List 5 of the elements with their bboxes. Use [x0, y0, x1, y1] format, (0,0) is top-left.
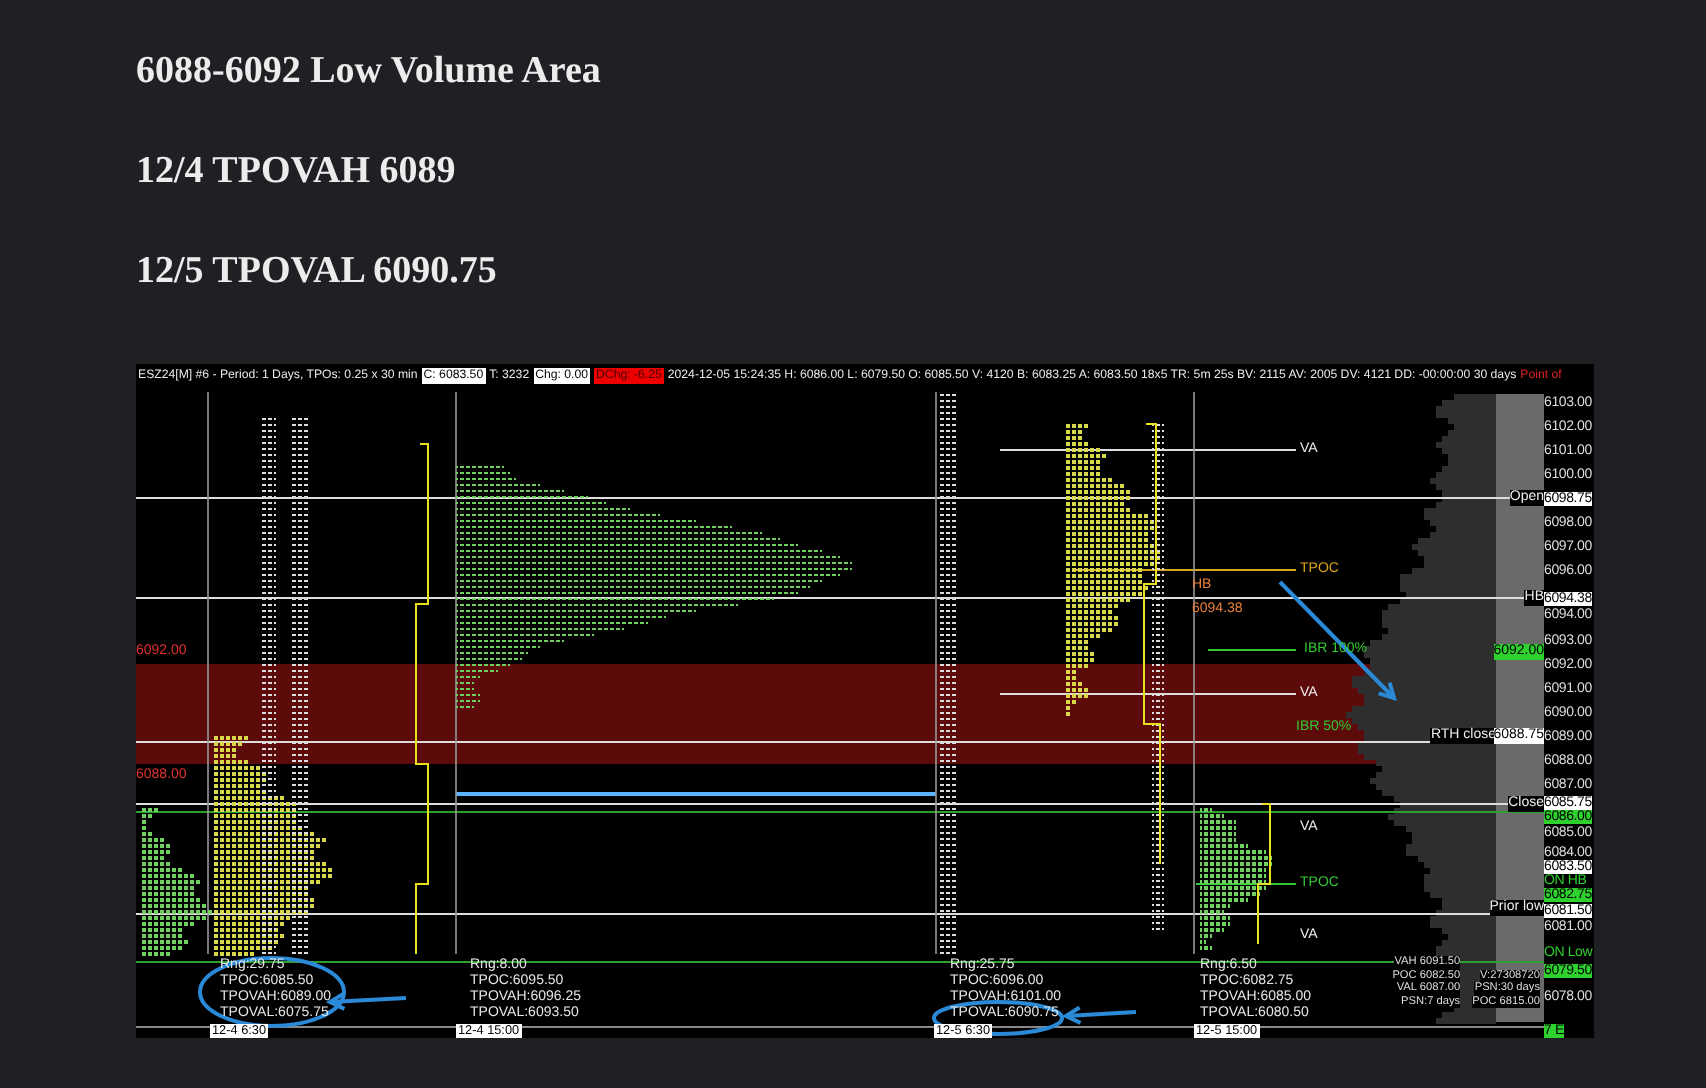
heading: 12/4 TPOVAH 6089	[136, 148, 458, 196]
annotation-arrow	[1061, 1005, 1137, 1025]
heading: 6088-6092 Low Volume Area	[136, 48, 603, 96]
annotation-arrow	[1278, 580, 1397, 701]
heading: 12/5 TPOVAL 6090.75	[136, 248, 499, 296]
